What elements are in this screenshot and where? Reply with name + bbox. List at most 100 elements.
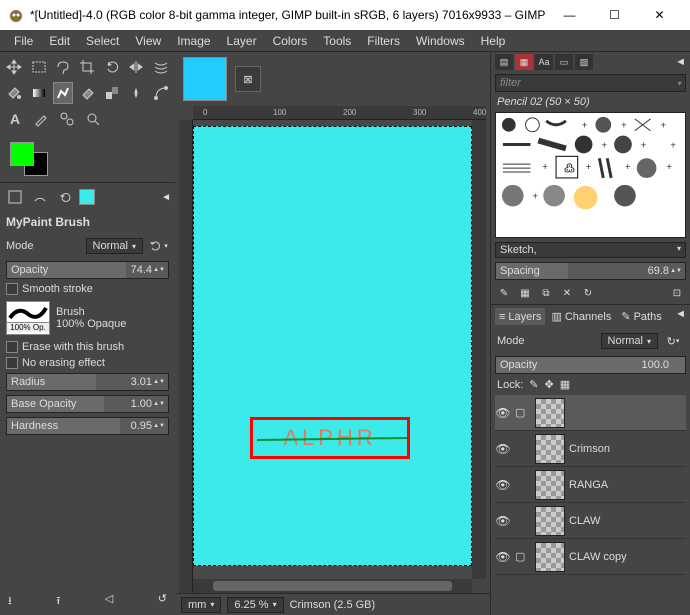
minimize-button[interactable]: —: [547, 0, 592, 30]
maximize-button[interactable]: ☐: [592, 0, 637, 30]
measure-tool[interactable]: [56, 108, 78, 130]
no-erase-checkbox[interactable]: [6, 357, 18, 369]
layer-thumbnail[interactable]: [535, 398, 565, 428]
layer-row[interactable]: 👁CLAW: [495, 503, 686, 539]
layer-thumbnail[interactable]: [535, 506, 565, 536]
move-tool[interactable]: [4, 56, 24, 78]
base-opacity-slider[interactable]: Base Opacity1.00▲▼: [6, 395, 169, 413]
menu-help[interactable]: Help: [473, 34, 514, 48]
foreground-color[interactable]: [10, 142, 34, 166]
open-brush-icon[interactable]: ⊡: [668, 285, 686, 301]
refresh-brush-icon[interactable]: ↻: [579, 285, 597, 301]
undo-history-tab[interactable]: [54, 186, 76, 208]
menu-edit[interactable]: Edit: [41, 34, 78, 48]
vertical-ruler[interactable]: [179, 120, 193, 593]
channels-tab[interactable]: ▥Channels: [547, 308, 615, 325]
save-options-icon[interactable]: ⭳: [8, 592, 12, 611]
visibility-icon[interactable]: 👁: [495, 442, 511, 456]
brushes-tab[interactable]: ▤: [495, 54, 513, 70]
layer-row[interactable]: 👁RANGA: [495, 467, 686, 503]
visibility-icon[interactable]: 👁: [495, 478, 511, 492]
spacing-slider[interactable]: Spacing69.8▲▼: [495, 262, 686, 280]
layer-row[interactable]: 👁▢: [495, 395, 686, 431]
mypaint-brush-tool[interactable]: [53, 82, 74, 104]
menu-windows[interactable]: Windows: [408, 34, 473, 48]
rotate-tool[interactable]: [102, 56, 122, 78]
zoom-tool[interactable]: [82, 108, 104, 130]
layer-opacity-slider[interactable]: Opacity100.0▲▼: [495, 356, 686, 374]
brush-preview[interactable]: 100% Op.: [6, 301, 50, 335]
reset-options-icon[interactable]: ↺: [158, 592, 167, 611]
link-toggle[interactable]: ▢: [515, 550, 531, 563]
lock-position-icon[interactable]: ✥: [545, 378, 554, 391]
gradient-tool[interactable]: [28, 82, 48, 104]
gradients-tab[interactable]: ▨: [575, 54, 593, 70]
edit-brush-icon[interactable]: ✎: [495, 285, 513, 301]
fonts-tab[interactable]: Aa: [535, 54, 553, 70]
menu-filters[interactable]: Filters: [359, 34, 408, 48]
menu-select[interactable]: Select: [78, 34, 127, 48]
canvas-area[interactable]: ALPHR: [193, 120, 472, 579]
menu-layer[interactable]: Layer: [219, 34, 265, 48]
menu-colors[interactable]: Colors: [265, 34, 316, 48]
hardness-slider[interactable]: Hardness0.95▲▼: [6, 417, 169, 435]
duplicate-brush-icon[interactable]: ⧉: [537, 285, 555, 301]
layer-mode-dropdown[interactable]: Normal▾: [601, 333, 658, 349]
horizontal-scrollbar[interactable]: [193, 579, 472, 593]
layer-thumbnail[interactable]: [535, 470, 565, 500]
clone-tool[interactable]: [102, 82, 122, 104]
patterns-tab[interactable]: ▦: [515, 54, 533, 70]
close-tab-icon[interactable]: ⊠: [235, 66, 261, 92]
layers-dock-menu-icon[interactable]: ◄: [675, 308, 686, 325]
delete-brush-icon[interactable]: ✕: [558, 285, 576, 301]
warp-tool[interactable]: [151, 56, 171, 78]
lock-alpha-icon[interactable]: ▦: [560, 378, 570, 391]
brush-grid[interactable]: + + + + ++ + ߷ + + + +: [495, 112, 686, 238]
history-tab[interactable]: ▭: [555, 54, 573, 70]
text-tool[interactable]: A: [4, 108, 26, 130]
eraser-tool[interactable]: [77, 82, 97, 104]
image-tab-thumbnail[interactable]: [183, 57, 227, 101]
free-select-tool[interactable]: [53, 56, 73, 78]
dock-menu-right-icon[interactable]: ◄: [675, 56, 686, 68]
brush-filter-input[interactable]: filter▾: [495, 74, 686, 92]
paths-tab[interactable]: ✎Paths: [617, 308, 665, 325]
menu-image[interactable]: Image: [169, 34, 218, 48]
rect-select-tool[interactable]: [28, 56, 48, 78]
menu-tools[interactable]: Tools: [315, 34, 359, 48]
unit-dropdown[interactable]: mm▾: [181, 597, 221, 613]
new-brush-icon[interactable]: ▦: [516, 285, 534, 301]
lock-pixels-icon[interactable]: ✎: [529, 378, 538, 391]
flip-tool[interactable]: [126, 56, 146, 78]
dock-menu-icon[interactable]: ◄: [161, 192, 171, 203]
menu-view[interactable]: View: [127, 34, 169, 48]
restore-options-icon[interactable]: ⭱: [56, 592, 60, 611]
layers-tab[interactable]: ≡Layers: [495, 308, 545, 325]
delete-options-icon[interactable]: ◁: [105, 592, 113, 611]
layer-row[interactable]: 👁▢CLAW copy: [495, 539, 686, 575]
zoom-dropdown[interactable]: 6.25 %▾: [227, 597, 283, 613]
link-toggle[interactable]: ▢: [515, 406, 531, 419]
visibility-icon[interactable]: 👁: [495, 406, 511, 420]
image-tab-icon[interactable]: [79, 189, 95, 205]
smudge-tool[interactable]: [126, 82, 146, 104]
layer-mode-swap-icon[interactable]: ↻▾: [662, 330, 684, 352]
tool-options-tab[interactable]: [4, 186, 26, 208]
layer-row[interactable]: 👁Crimson: [495, 431, 686, 467]
smooth-stroke-checkbox[interactable]: [6, 283, 18, 295]
visibility-icon[interactable]: 👁: [495, 550, 511, 564]
horizontal-ruler[interactable]: 0 100 200 300 400: [193, 106, 486, 120]
path-tool[interactable]: [151, 82, 171, 104]
menu-file[interactable]: File: [6, 34, 41, 48]
crop-tool[interactable]: [77, 56, 97, 78]
mode-swap-icon[interactable]: ▾: [147, 235, 169, 257]
color-picker-tool[interactable]: [30, 108, 52, 130]
bucket-tool[interactable]: [4, 82, 24, 104]
visibility-icon[interactable]: 👁: [495, 514, 511, 528]
vertical-scrollbar[interactable]: [472, 120, 486, 579]
device-status-tab[interactable]: [29, 186, 51, 208]
canvas[interactable]: ALPHR: [193, 126, 472, 566]
layer-thumbnail[interactable]: [535, 542, 565, 572]
close-button[interactable]: ✕: [637, 0, 682, 30]
layer-thumbnail[interactable]: [535, 434, 565, 464]
